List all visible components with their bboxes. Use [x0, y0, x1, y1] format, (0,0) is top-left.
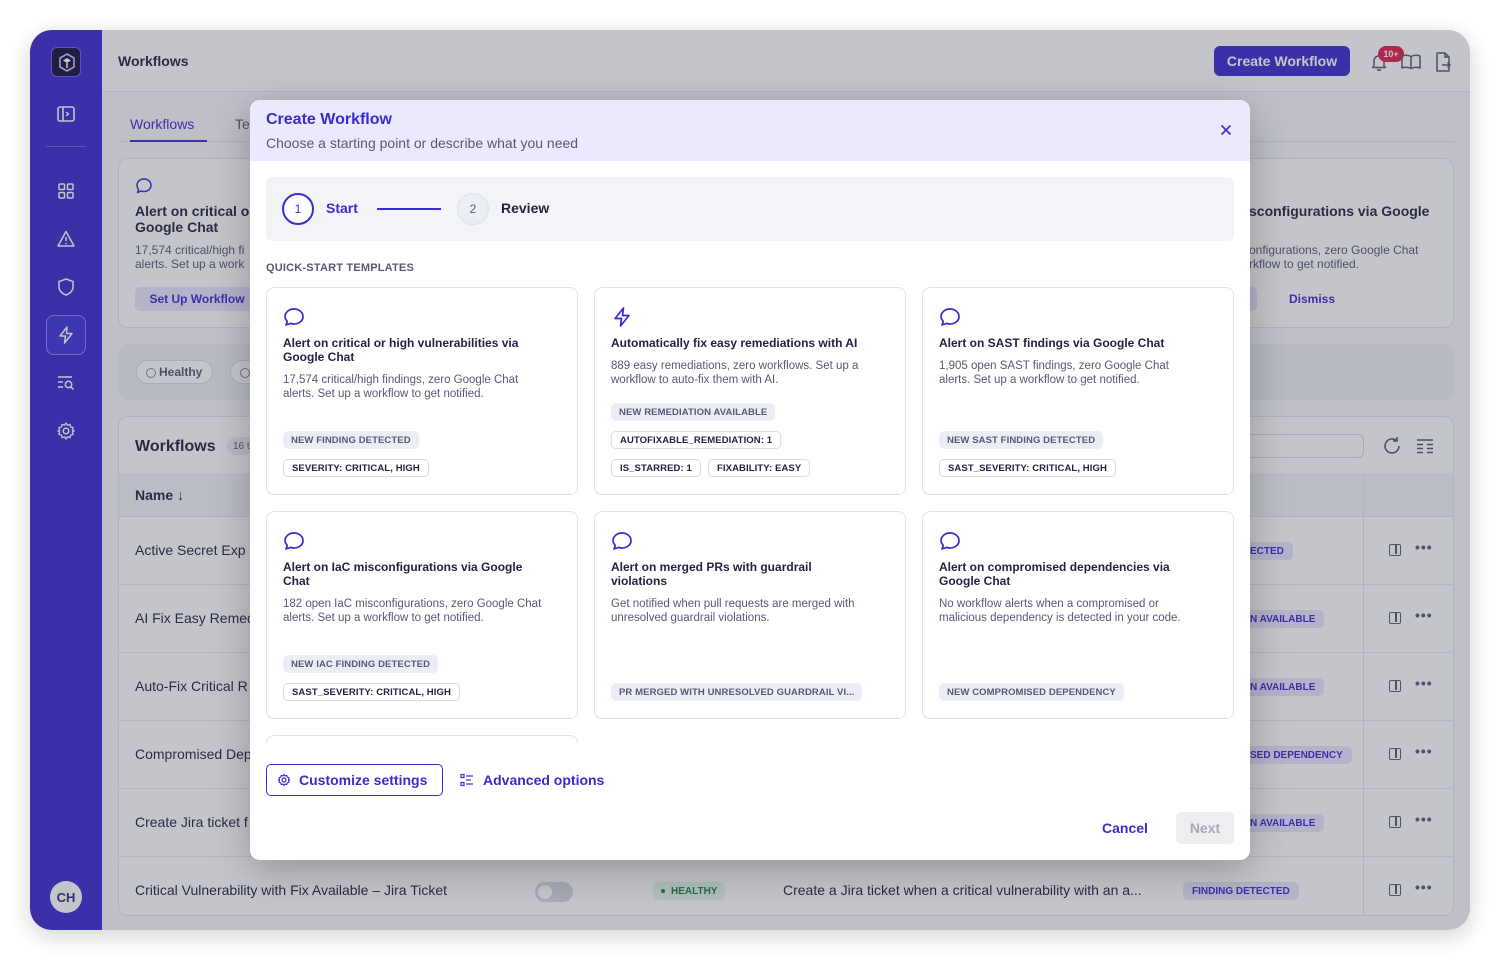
chat-bubble-icon — [939, 306, 961, 328]
template-card[interactable]: Alert on critical or high vulnerabilitie… — [266, 287, 578, 495]
template-description: 1,905 open SAST findings, zero Google Ch… — [939, 360, 1169, 386]
event-tag: PR MERGED WITH UNRESOLVED GUARDRAIL VI..… — [611, 683, 863, 701]
lightning-icon — [611, 306, 633, 328]
filter-tag: SEVERITY: CRITICAL, HIGH — [283, 459, 429, 477]
event-tag: NEW FINDING DETECTED — [283, 431, 419, 449]
template-description: 17,574 critical/high findings, zero Goog… — [283, 374, 519, 400]
template-title: Alert on compromised dependencies via Go… — [939, 560, 1170, 588]
chat-bubble-icon — [939, 530, 961, 552]
templates-grid: Alert on critical or high vulnerabilitie… — [266, 287, 1234, 743]
event-tag: NEW SAST FINDING DETECTED — [939, 431, 1104, 449]
template-title: Alert on merged PRs with guardrail viola… — [611, 560, 812, 588]
filter-tag: SAST_SEVERITY: CRITICAL, HIGH — [939, 459, 1116, 477]
template-card[interactable] — [266, 735, 578, 743]
advanced-options-button[interactable]: Advanced options — [458, 764, 604, 796]
step-connector — [377, 208, 441, 210]
customize-settings-button[interactable]: Customize settings — [266, 764, 443, 796]
template-description: No workflow alerts when a compromised or… — [939, 598, 1181, 624]
template-card[interactable]: Automatically fix easy remediations with… — [594, 287, 906, 495]
modal-header: Create Workflow Choose a starting point … — [250, 100, 1250, 161]
chat-bubble-icon — [283, 306, 305, 328]
template-card[interactable]: Alert on IaC misconfigurations via Googl… — [266, 511, 578, 719]
template-title: Alert on IaC misconfigurations via Googl… — [283, 560, 523, 588]
template-card[interactable]: Alert on SAST findings via Google Chat 1… — [922, 287, 1234, 495]
step-1-label[interactable]: Start — [326, 200, 358, 216]
chat-bubble-icon — [283, 530, 305, 552]
cancel-button[interactable]: Cancel — [1102, 812, 1148, 844]
template-description: Get notified when pull requests are merg… — [611, 598, 855, 624]
sliders-list-icon — [460, 773, 474, 790]
step-1-indicator[interactable]: 1 — [282, 193, 314, 225]
customize-settings-label: Customize settings — [299, 772, 428, 788]
modal-subtitle: Choose a starting point or describe what… — [266, 135, 579, 151]
event-tag: NEW COMPROMISED DEPENDENCY — [939, 683, 1124, 701]
template-title: Automatically fix easy remediations with… — [611, 336, 858, 350]
next-button[interactable]: Next — [1176, 812, 1234, 844]
app-window: CH Workflows Create Workflow 10+ Workflo… — [30, 30, 1470, 930]
filter-tag: AUTOFIXABLE_REMEDIATION: 1 — [611, 431, 782, 449]
event-tag: NEW REMEDIATION AVAILABLE — [611, 403, 776, 421]
modal-title: Create Workflow — [266, 111, 392, 128]
template-description: 182 open IaC misconfigurations, zero Goo… — [283, 598, 542, 624]
gear-icon — [277, 773, 291, 790]
chat-bubble-icon — [611, 530, 633, 552]
filter-tag: FIXABILITY: EASY — [708, 459, 811, 477]
step-2-label[interactable]: Review — [501, 200, 549, 216]
wizard-stepper: 1 Start 2 Review — [266, 177, 1234, 241]
template-title: Alert on SAST findings via Google Chat — [939, 336, 1165, 350]
close-icon[interactable] — [1216, 120, 1236, 140]
template-description: 889 easy remediations, zero workflows. S… — [611, 360, 859, 386]
filter-tag: IS_STARRED: 1 — [611, 459, 701, 477]
section-label: QUICK-START TEMPLATES — [266, 262, 415, 274]
advanced-options-label: Advanced options — [483, 772, 605, 788]
filter-tag: SAST_SEVERITY: CRITICAL, HIGH — [283, 683, 460, 701]
create-workflow-modal: Create Workflow Choose a starting point … — [250, 100, 1250, 860]
template-card[interactable]: Alert on merged PRs with guardrail viola… — [594, 511, 906, 719]
step-2-indicator[interactable]: 2 — [457, 193, 489, 225]
template-title: Alert on critical or high vulnerabilitie… — [283, 336, 519, 364]
event-tag: NEW IAC FINDING DETECTED — [283, 655, 439, 673]
template-card[interactable]: Alert on compromised dependencies via Go… — [922, 511, 1234, 719]
